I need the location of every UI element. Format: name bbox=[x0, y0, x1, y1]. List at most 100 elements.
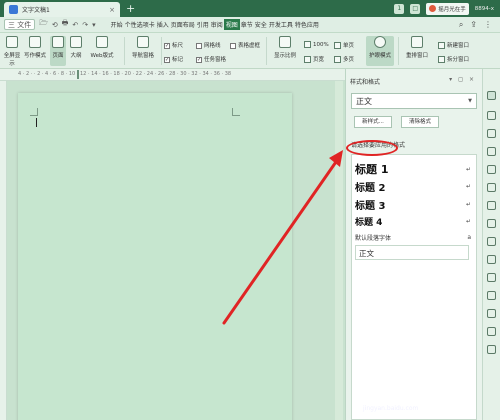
tab-chapters[interactable]: 章节 bbox=[240, 20, 254, 29]
file-menu-button[interactable]: 三 文件 bbox=[4, 19, 36, 30]
outline-view-button[interactable]: 大纲 bbox=[68, 36, 84, 59]
navigation-pane-button[interactable]: 导航窗格 bbox=[127, 36, 159, 59]
current-style-select[interactable]: 正文 ▼ bbox=[351, 93, 477, 109]
print-icon[interactable]: 🖶 bbox=[62, 19, 69, 30]
cloud-icon[interactable] bbox=[487, 273, 496, 282]
close-tab-icon[interactable]: × bbox=[109, 6, 115, 14]
tab-special[interactable]: 特色应用 bbox=[294, 20, 320, 29]
panel-controls[interactable]: ▾ ◻ × bbox=[449, 76, 476, 83]
window-mode-icon[interactable]: □ bbox=[410, 3, 421, 14]
new-window-button[interactable]: 新建窗口 bbox=[438, 41, 469, 49]
new-tab-icon[interactable]: + bbox=[126, 2, 135, 15]
page-width-button[interactable]: 页宽 bbox=[304, 55, 324, 63]
style-name: 标题 4 bbox=[355, 218, 383, 228]
writing-mode-button[interactable]: 写作模式 bbox=[22, 36, 48, 59]
single-page-button[interactable]: 单页 bbox=[334, 41, 354, 49]
document-icon[interactable] bbox=[487, 201, 496, 210]
style-default-font[interactable]: 默认段落字体 a bbox=[355, 233, 473, 242]
document-tab[interactable]: 文字文稿1 × bbox=[4, 2, 120, 17]
tab-developer[interactable]: 开发工具 bbox=[268, 20, 294, 29]
page-icon bbox=[52, 36, 64, 48]
checkbox-icon: ✓ bbox=[164, 42, 170, 49]
marks-checkbox[interactable]: ✓ 标记 bbox=[164, 55, 183, 63]
page-view-button[interactable]: 页面 bbox=[50, 36, 66, 66]
gridlines-checkbox[interactable]: 网格线 bbox=[196, 41, 221, 49]
format-icon[interactable] bbox=[487, 147, 496, 156]
shapes-icon[interactable] bbox=[487, 129, 496, 138]
paragraph-mark-icon: ↵ bbox=[465, 183, 471, 190]
tab-security[interactable]: 安全 bbox=[254, 20, 268, 29]
tab-references[interactable]: 引用 bbox=[196, 20, 210, 29]
style-heading-2[interactable]: 标题 2 ↵ bbox=[355, 179, 473, 194]
redo-icon[interactable]: ↷ bbox=[82, 21, 88, 29]
bookmark-icon[interactable] bbox=[487, 183, 496, 192]
share-icon[interactable] bbox=[487, 237, 496, 246]
horizontal-ruler[interactable]: 4 · 2 · · 2 · 4 · 6 · 8 · 10 · 12 · 14 ·… bbox=[0, 69, 345, 81]
eye-protection-button[interactable]: 护眼模式 bbox=[366, 36, 394, 66]
checkbox-icon bbox=[230, 42, 236, 49]
split-window-button[interactable]: 拆分窗口 bbox=[438, 55, 469, 63]
undo-icon[interactable]: ↶ bbox=[72, 21, 78, 29]
character-style-icon: a bbox=[467, 234, 471, 241]
tab-personal[interactable]: 个性选项卡 bbox=[124, 20, 156, 29]
tab-review[interactable]: 审阅 bbox=[210, 20, 224, 29]
new-style-button[interactable]: 新样式... bbox=[354, 116, 392, 128]
vertical-scrollbar[interactable] bbox=[335, 81, 343, 420]
style-normal[interactable]: 正文 bbox=[355, 245, 469, 260]
title-bar: 文字文稿1 × + 1 □ 摇月光在手 8894-x bbox=[0, 0, 500, 17]
navigation-pane-icon bbox=[137, 36, 149, 48]
task-pane-checkbox[interactable]: ✓ 任务窗格 bbox=[196, 55, 226, 63]
translate-icon[interactable] bbox=[487, 255, 496, 264]
more-dropdown-icon[interactable]: ▾ bbox=[92, 21, 96, 29]
more-icon[interactable]: ⋮ bbox=[484, 20, 492, 30]
tab-page-layout[interactable]: 页面布局 bbox=[170, 20, 196, 29]
style-list: 标题 1 ↵ 标题 2 ↵ 标题 3 ↵ 标题 4 ↵ 默认段落字体 a 正文 bbox=[351, 154, 477, 420]
page-view-label: 页面 bbox=[52, 53, 64, 59]
web-layout-icon bbox=[96, 36, 108, 48]
vertical-ruler[interactable] bbox=[0, 81, 7, 420]
table-gridlines-checkbox-label: 表格虚框 bbox=[238, 43, 261, 49]
table-gridlines-checkbox[interactable]: 表格虚框 bbox=[230, 41, 260, 49]
audio-icon[interactable] bbox=[487, 309, 496, 318]
watermark-url: jingyan.baidu.com bbox=[363, 405, 419, 412]
share-icon[interactable]: ⇪ bbox=[470, 20, 477, 30]
rearrange-windows-button[interactable]: 重排窗口 bbox=[402, 36, 432, 59]
style-name: 标题 1 bbox=[355, 163, 389, 176]
styles-formatting-panel: 样式和格式 ▾ ◻ × 正文 ▼ 新样式... 清除格式 请选择要应用的格式 标… bbox=[345, 69, 482, 420]
document-page[interactable] bbox=[18, 93, 292, 420]
user-account[interactable]: 摇月光在手 bbox=[426, 2, 469, 15]
multi-page-button[interactable]: 多页 bbox=[334, 55, 354, 63]
zoom-100-button[interactable]: 100% bbox=[304, 41, 329, 48]
badge-button[interactable]: 1 bbox=[394, 3, 405, 14]
tab-insert[interactable]: 插入 bbox=[156, 20, 170, 29]
margin-corner-top-left bbox=[30, 108, 38, 116]
indent-marker[interactable] bbox=[77, 70, 79, 79]
style-heading-3[interactable]: 标题 3 ↵ bbox=[355, 197, 473, 212]
help-icon[interactable] bbox=[487, 345, 496, 354]
search-icon[interactable]: ⌕ bbox=[459, 20, 463, 30]
new-window-icon bbox=[438, 42, 445, 49]
pen-icon bbox=[29, 36, 41, 48]
ribbon-tabs: 开始 个性选项卡 插入 页面布局 引用 审阅 视图 章节 安全 开发工具 特色应… bbox=[110, 19, 320, 30]
paragraph-mark-icon: ↵ bbox=[465, 201, 471, 208]
web-view-button[interactable]: Web版式 bbox=[86, 36, 118, 59]
tab-view[interactable]: 视图 bbox=[223, 19, 240, 30]
table-icon[interactable] bbox=[487, 165, 496, 174]
tab-home[interactable]: 开始 bbox=[110, 20, 124, 29]
open-icon[interactable]: 🗁 bbox=[39, 19, 48, 30]
margin-corner-top-right bbox=[232, 108, 240, 116]
style-heading-4[interactable]: 标题 4 ↵ bbox=[355, 215, 473, 228]
select-cursor-icon[interactable] bbox=[487, 111, 496, 120]
zoom-ratio-button[interactable]: 显示比例 bbox=[270, 36, 300, 59]
image-icon[interactable] bbox=[487, 291, 496, 300]
clear-format-button[interactable]: 清除格式 bbox=[401, 116, 439, 128]
save-icon[interactable]: ⟲ bbox=[52, 21, 58, 29]
ruler-numbers: 4 · 2 · · 2 · 4 · 6 · 8 · 10 · 12 · 14 ·… bbox=[18, 71, 232, 77]
fullscreen-button[interactable]: 全屏显示 bbox=[2, 36, 22, 67]
tools-icon[interactable] bbox=[487, 327, 496, 336]
style-heading-1[interactable]: 标题 1 ↵ bbox=[355, 161, 473, 177]
task-pane-checkbox-label: 任务窗格 bbox=[204, 57, 227, 63]
ruler-checkbox[interactable]: ✓ 标尺 bbox=[164, 41, 183, 49]
comment-icon[interactable] bbox=[487, 219, 496, 228]
style-pen-icon[interactable] bbox=[487, 91, 496, 100]
